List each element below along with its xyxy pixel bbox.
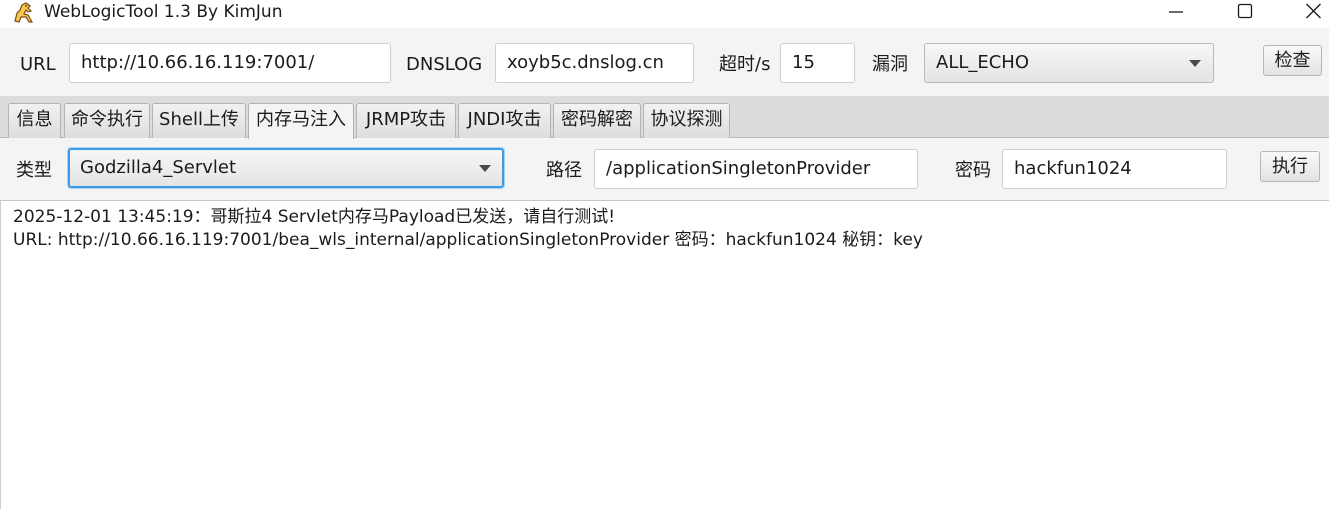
memshell-type-select[interactable]: Godzilla4_Servlet xyxy=(68,148,504,188)
tab-password-decrypt[interactable]: 密码解密 xyxy=(553,103,641,138)
window-title: WebLogicTool 1.3 By KimJun xyxy=(44,2,283,22)
memshell-type-value: Godzilla4_Servlet xyxy=(80,157,237,178)
output-textarea[interactable]: 2025-12-01 13:45:19：哥斯拉4 Servlet内存马Paylo… xyxy=(0,201,1329,509)
tab-shell-upload[interactable]: Shell上传 xyxy=(152,103,246,138)
vuln-select[interactable]: ALL_ECHO xyxy=(924,43,1214,83)
memshell-panel: 类型 Godzilla4_Servlet 路径 /applicationSing… xyxy=(0,138,1329,201)
tab-memshell-inject[interactable]: 内存马注入 xyxy=(248,103,354,139)
url-input[interactable]: http://10.66.16.119:7001/ xyxy=(69,43,391,83)
horse-app-icon xyxy=(14,2,34,23)
timeout-input[interactable]: 15 xyxy=(780,43,855,83)
maximize-icon[interactable] xyxy=(1215,0,1275,28)
check-button[interactable]: 检查 xyxy=(1263,45,1322,76)
chevron-down-icon xyxy=(479,165,491,172)
type-label: 类型 xyxy=(16,160,52,181)
path-input[interactable]: /applicationSingletonProvider xyxy=(594,149,918,189)
tab-command-exec[interactable]: 命令执行 xyxy=(64,103,150,138)
tab-jrmp-attack[interactable]: JRMP攻击 xyxy=(356,103,456,138)
vuln-select-value: ALL_ECHO xyxy=(936,52,1030,73)
tab-jndi-attack[interactable]: JNDI攻击 xyxy=(458,103,551,138)
dnslog-input[interactable]: xoyb5c.dnslog.cn xyxy=(495,43,694,83)
execute-button[interactable]: 执行 xyxy=(1260,151,1320,182)
chevron-down-icon xyxy=(1189,60,1201,67)
tab-bar: 信息 命令执行 Shell上传 内存马注入 JRMP攻击 JNDI攻击 密码解密… xyxy=(0,96,1329,139)
url-label: URL xyxy=(20,54,56,75)
path-label: 路径 xyxy=(546,160,582,181)
title-bar: WebLogicTool 1.3 By KimJun xyxy=(0,0,1329,28)
minimize-icon[interactable] xyxy=(1146,0,1206,28)
timeout-label: 超时/s xyxy=(719,54,771,75)
output-line: URL: http://10.66.16.119:7001/bea_wls_in… xyxy=(13,230,923,250)
vuln-label: 漏洞 xyxy=(872,54,908,75)
tab-protocol-detect[interactable]: 协议探测 xyxy=(643,103,730,138)
password-input[interactable]: hackfun1024 xyxy=(1002,149,1227,189)
target-toolbar: URL http://10.66.16.119:7001/ DNSLOG xoy… xyxy=(0,28,1329,100)
password-label: 密码 xyxy=(955,160,991,181)
tab-info[interactable]: 信息 xyxy=(8,103,61,138)
output-line: 2025-12-01 13:45:19：哥斯拉4 Servlet内存马Paylo… xyxy=(13,207,616,227)
dnslog-label: DNSLOG xyxy=(406,54,483,75)
close-icon[interactable] xyxy=(1280,0,1329,28)
